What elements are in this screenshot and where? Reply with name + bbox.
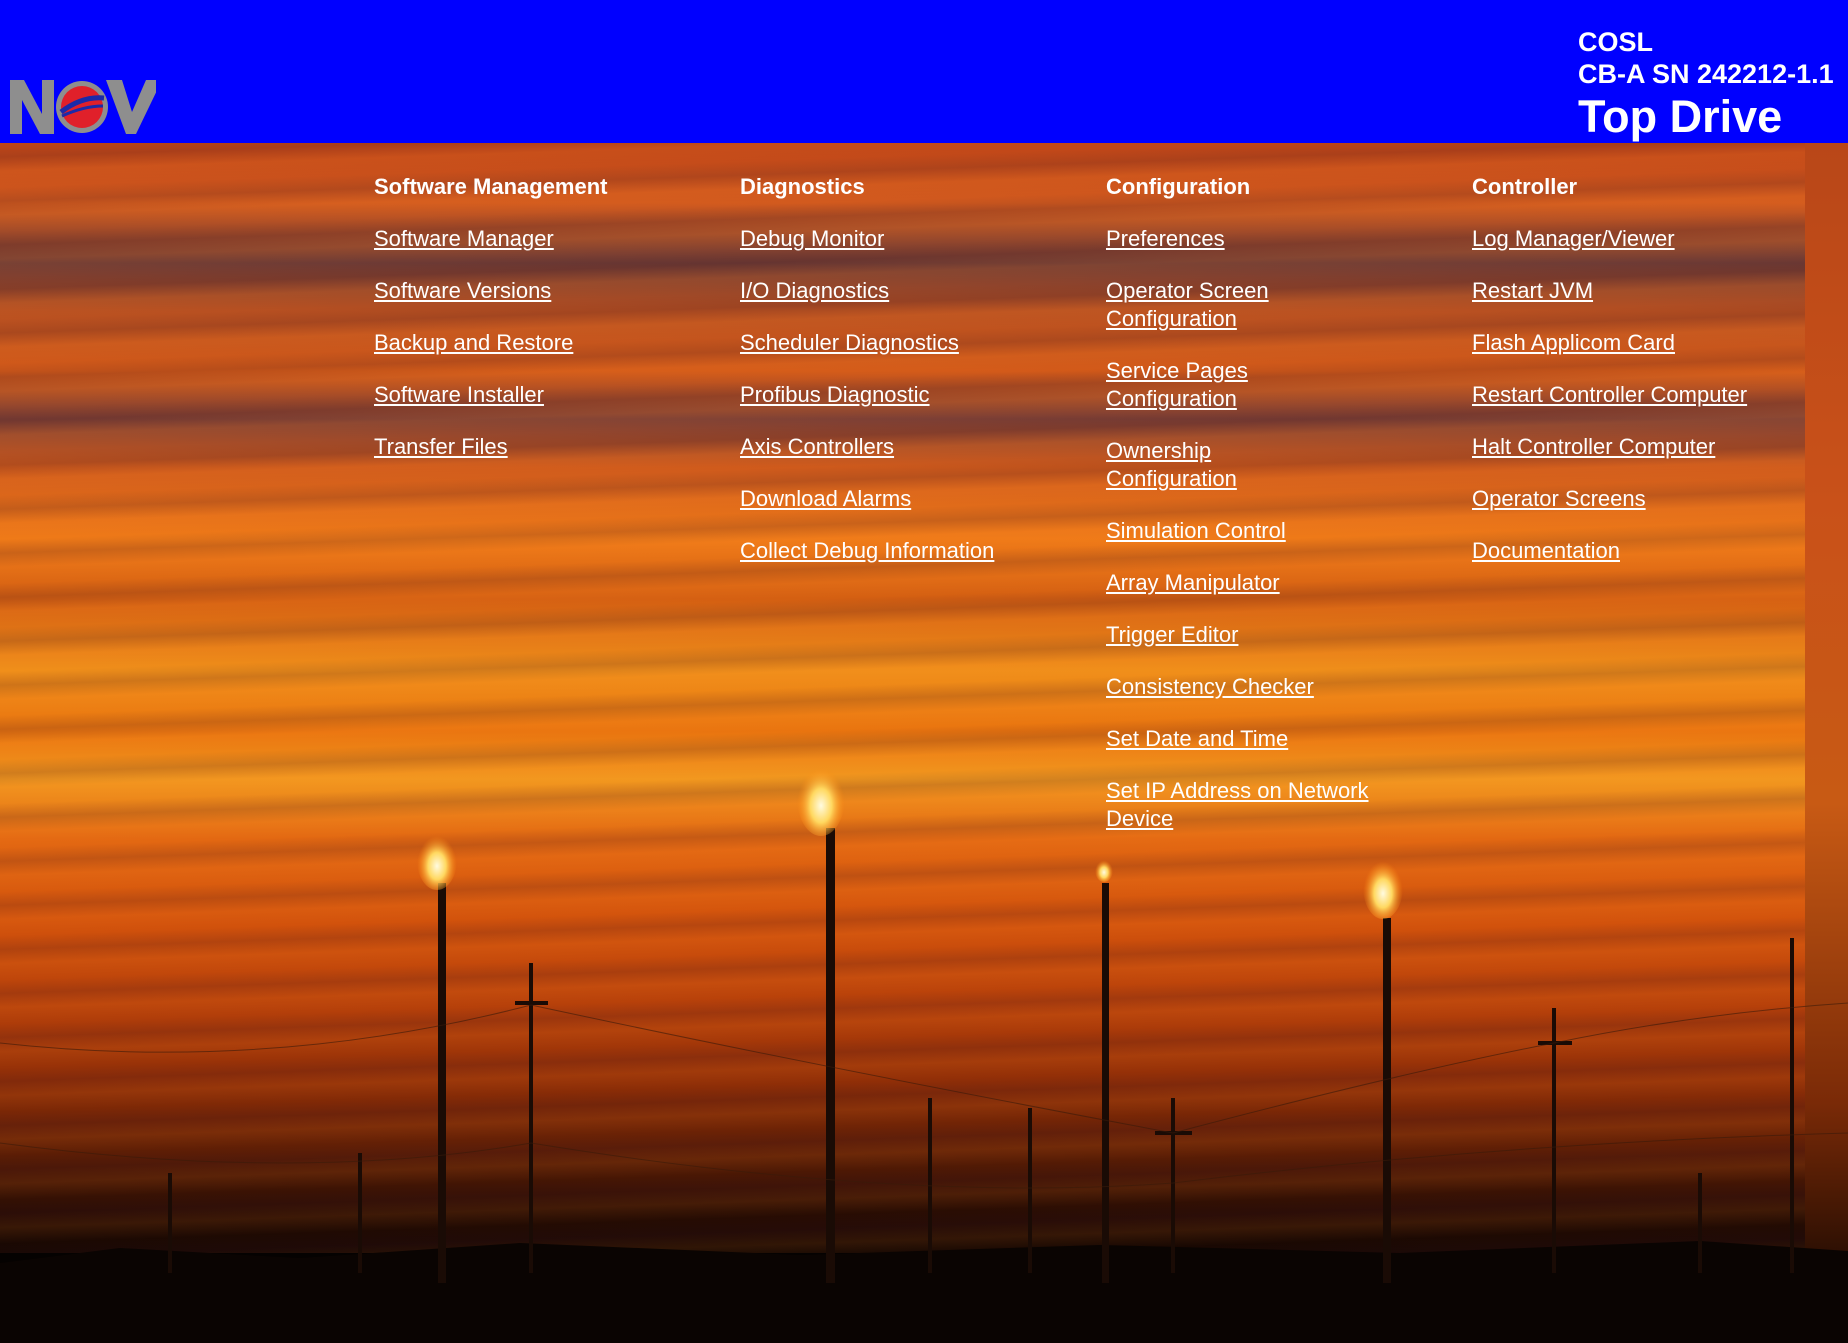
- link-scheduler-diagnostics[interactable]: Scheduler Diagnostics: [740, 329, 1070, 357]
- link-profibus-diagnostic[interactable]: Profibus Diagnostic: [740, 381, 1070, 409]
- link-consistency-checker[interactable]: Consistency Checker: [1106, 673, 1406, 701]
- header-bar: COSL CB-A SN 242212-1.1 Top Drive: [0, 0, 1848, 143]
- link-restart-jvm[interactable]: Restart JVM: [1472, 277, 1802, 305]
- link-software-manager[interactable]: Software Manager: [374, 225, 704, 253]
- link-operator-screen-configuration[interactable]: Operator Screen Configuration: [1106, 277, 1296, 333]
- link-collect-debug-information[interactable]: Collect Debug Information: [740, 537, 1070, 565]
- link-software-installer[interactable]: Software Installer: [374, 381, 704, 409]
- controller-heading: Controller: [1472, 174, 1578, 199]
- link-log-manager-viewer[interactable]: Log Manager/Viewer: [1472, 225, 1802, 253]
- configuration-heading: Configuration: [1106, 174, 1251, 199]
- link-restart-controller-computer[interactable]: Restart Controller Computer: [1472, 381, 1802, 409]
- link-flash-applicom-card[interactable]: Flash Applicom Card: [1472, 329, 1802, 357]
- controller-column: Controller Log Manager/Viewer Restart JV…: [1472, 173, 1802, 589]
- link-service-pages-configuration[interactable]: Service Pages Configuration: [1106, 357, 1276, 413]
- link-operator-screens[interactable]: Operator Screens: [1472, 485, 1802, 513]
- link-set-ip-address[interactable]: Set IP Address on Network Device: [1106, 777, 1396, 833]
- nov-logo: [10, 80, 156, 134]
- customer-name: COSL: [1578, 27, 1654, 57]
- software-management-heading: Software Management: [374, 174, 608, 199]
- diagnostics-column: Diagnostics Debug Monitor I/O Diagnostic…: [740, 173, 1070, 589]
- link-simulation-control[interactable]: Simulation Control: [1106, 517, 1406, 545]
- product-title: Top Drive: [1578, 91, 1783, 142]
- software-management-column: Software Management Software Manager Sof…: [374, 173, 704, 485]
- link-set-date-and-time[interactable]: Set Date and Time: [1106, 725, 1406, 753]
- configuration-column: Configuration Preferences Operator Scree…: [1106, 173, 1406, 857]
- link-trigger-editor[interactable]: Trigger Editor: [1106, 621, 1406, 649]
- link-software-versions[interactable]: Software Versions: [374, 277, 704, 305]
- link-preferences[interactable]: Preferences: [1106, 225, 1406, 253]
- link-array-manipulator[interactable]: Array Manipulator: [1106, 569, 1406, 597]
- diagnostics-heading: Diagnostics: [740, 174, 865, 199]
- link-documentation[interactable]: Documentation: [1472, 537, 1802, 565]
- link-download-alarms[interactable]: Download Alarms: [740, 485, 1070, 513]
- link-backup-and-restore[interactable]: Backup and Restore: [374, 329, 704, 357]
- serial-number: CB-A SN 242212-1.1: [1578, 59, 1834, 89]
- link-io-diagnostics[interactable]: I/O Diagnostics: [740, 277, 1070, 305]
- link-ownership-configuration[interactable]: Ownership Configuration: [1106, 437, 1256, 493]
- header-info: COSL CB-A SN 242212-1.1 Top Drive: [1578, 26, 1834, 144]
- link-axis-controllers[interactable]: Axis Controllers: [740, 433, 1070, 461]
- link-debug-monitor[interactable]: Debug Monitor: [740, 225, 1070, 253]
- link-halt-controller-computer[interactable]: Halt Controller Computer: [1472, 433, 1802, 461]
- link-transfer-files[interactable]: Transfer Files: [374, 433, 704, 461]
